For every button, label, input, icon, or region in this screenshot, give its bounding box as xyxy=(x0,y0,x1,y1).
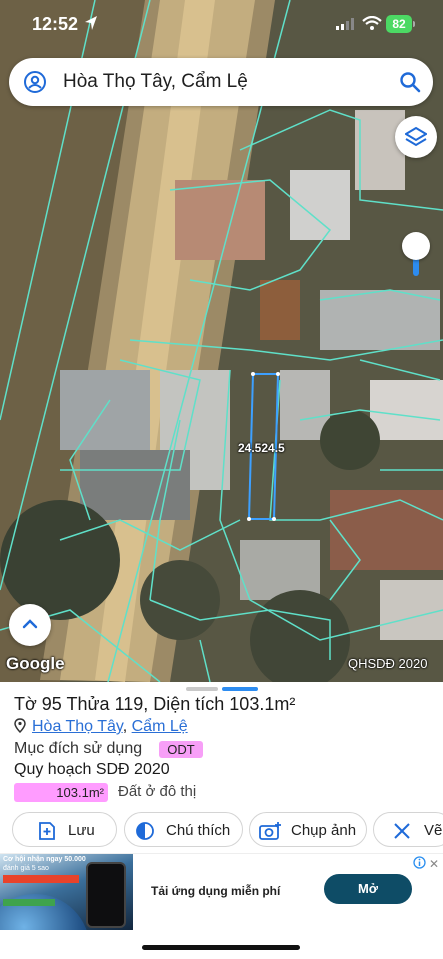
address-separator: , xyxy=(122,718,128,735)
location-arrow-icon xyxy=(85,16,97,30)
purpose-label: Mục đích sử dụng xyxy=(14,740,143,757)
plan-area-swatch: 103.1m² xyxy=(14,783,108,802)
google-logo: Google xyxy=(6,654,65,673)
parcel-address: Hòa Thọ Tây, Cẩm Lệ xyxy=(14,718,188,736)
district-link[interactable]: Cẩm Lệ xyxy=(132,718,188,735)
ad-image-ribbon xyxy=(3,875,79,883)
legend-button[interactable]: Chú thích xyxy=(124,812,243,847)
ad-info-icon[interactable] xyxy=(413,856,426,869)
status-bar: 12:52 82 xyxy=(0,0,443,50)
cellular-signal-icon xyxy=(336,18,354,30)
parcel-title: Tờ 95 Thửa 119, Diện tích 103.1m² xyxy=(14,694,296,714)
battery-tip xyxy=(413,21,415,27)
bookmark-plus-icon xyxy=(39,822,55,840)
measurement-label: 24.524.5 xyxy=(238,441,285,455)
opacity-slider-knob[interactable] xyxy=(402,232,430,260)
purpose-code-badge: ODT xyxy=(159,741,203,758)
capture-button[interactable]: Chụp ảnh xyxy=(249,812,367,847)
map-pin-icon xyxy=(14,718,26,733)
ad-image-text-2: đánh giá 5 sao xyxy=(3,865,49,872)
camera-plus-icon xyxy=(259,822,281,840)
phone-graphic xyxy=(86,862,126,928)
wifi-icon xyxy=(362,16,382,30)
land-type-label: Đất ở đô thị xyxy=(118,783,197,800)
search-icon[interactable] xyxy=(399,71,421,93)
ad-image[interactable]: Cơ hội nhận ngay 50.000 đánh giá 5 sao xyxy=(0,854,133,930)
chevron-up-icon xyxy=(22,619,38,629)
ad-open-button[interactable]: Mở xyxy=(324,874,412,904)
ad-image-text-1: Cơ hội nhận ngay 50.000 xyxy=(3,856,86,863)
ward-link[interactable]: Hòa Thọ Tây xyxy=(32,718,123,735)
ad-headline: Tải ứng dụng miễn phí xyxy=(151,884,281,898)
draw-button-label: Vẽ xyxy=(424,822,443,839)
status-time: 12:52 xyxy=(32,14,79,34)
measure-left: 24.5 xyxy=(238,441,262,455)
sheet-handle[interactable] xyxy=(186,687,218,691)
ad-close-icon[interactable]: ✕ xyxy=(429,857,439,871)
home-indicator[interactable] xyxy=(142,945,300,950)
contrast-icon xyxy=(136,822,154,840)
map-layer-label: QHSDĐ 2020 xyxy=(348,656,428,671)
profile-icon[interactable] xyxy=(23,70,47,94)
parcel-info-sheet: Tờ 95 Thửa 119, Diện tích 103.1m² Hòa Th… xyxy=(0,682,443,959)
search-bar[interactable]: Hòa Thọ Tây, Cẩm Lệ xyxy=(9,58,433,106)
search-input[interactable]: Hòa Thọ Tây, Cẩm Lệ xyxy=(63,71,248,93)
layers-button[interactable] xyxy=(395,116,437,158)
save-button-label: Lưu xyxy=(68,822,95,839)
action-row: Lưu Chú thích Chụp ảnh Vẽ xyxy=(0,812,443,848)
layers-icon xyxy=(405,126,427,147)
ad-banner[interactable]: Cơ hội nhận ngay 50.000 đánh giá 5 sao T… xyxy=(0,853,443,930)
ad-image-rating-bar xyxy=(3,899,55,906)
battery-indicator: 82 xyxy=(386,15,412,33)
save-button[interactable]: Lưu xyxy=(12,812,117,847)
legend-button-label: Chú thích xyxy=(166,822,231,839)
ruler-pen-icon xyxy=(394,823,410,839)
capture-button-label: Chụp ảnh xyxy=(291,822,357,839)
sheet-handle-active[interactable] xyxy=(222,687,258,691)
draw-button[interactable]: Vẽ xyxy=(373,812,443,847)
measure-right: 24.5 xyxy=(261,441,285,455)
plan-label: Quy hoạch SDĐ 2020 xyxy=(14,761,170,778)
expand-up-button[interactable] xyxy=(9,604,51,646)
